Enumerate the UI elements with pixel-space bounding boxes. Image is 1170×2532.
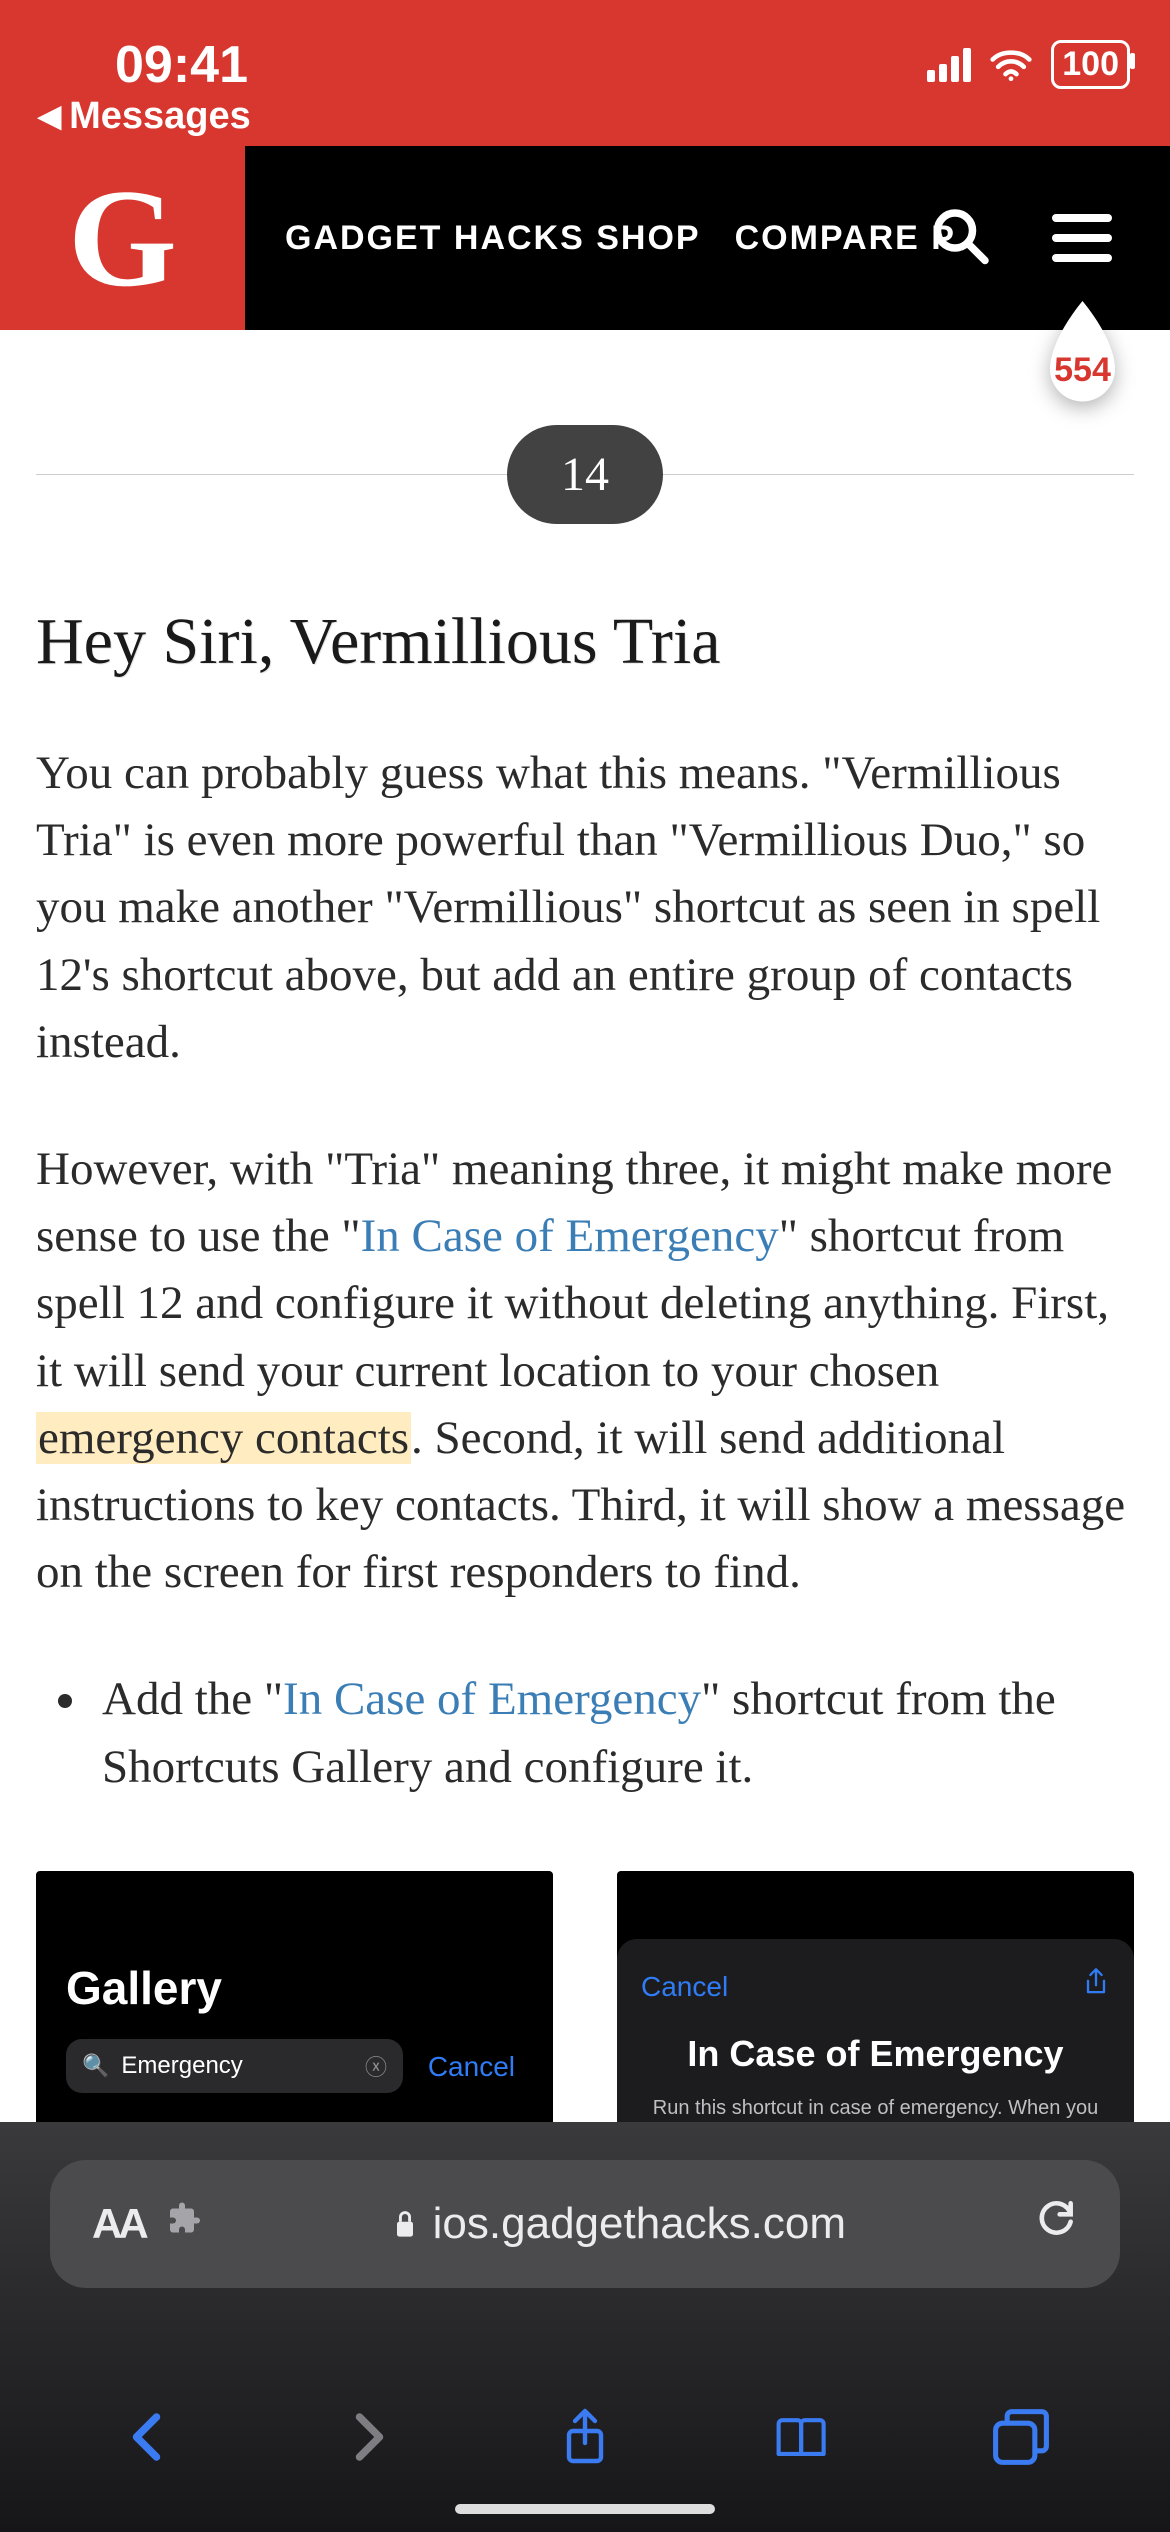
share-icon[interactable] — [1082, 1967, 1110, 2007]
clear-icon[interactable]: ⓧ — [365, 2050, 387, 2082]
notifications-count: 554 — [1035, 351, 1130, 390]
link-in-case-of-emergency[interactable]: In Case of Emergency — [361, 1210, 779, 1262]
link-in-case-of-emergency-2[interactable]: In Case of Emergency — [283, 1673, 701, 1725]
safari-host: ios.gadgethacks.com — [433, 2199, 846, 2249]
sheet-cancel[interactable]: Cancel — [641, 1971, 728, 2003]
back-app-label: Messages — [69, 95, 251, 138]
site-nav: GADGET HACKS SHOP COMPARE PHONES — [285, 219, 957, 258]
highlight-emergency-contacts: emergency contacts — [36, 1412, 411, 1464]
ios-status-bar: 09:41 ◀ Messages 100 — [0, 0, 1170, 146]
status-time: 09:41 — [115, 35, 248, 95]
article-content: 14 Hey Siri, Vermillious Tria You can pr… — [0, 425, 1170, 1801]
safari-chrome: AA ios.gadgethacks.com — [0, 2122, 1170, 2532]
list-item: Add the "In Case of Emergency" shortcut … — [92, 1666, 1134, 1800]
safari-url: ios.gadgethacks.com — [203, 2199, 1034, 2249]
tabs-button[interactable] — [991, 2407, 1051, 2472]
lock-icon — [391, 2208, 419, 2240]
hamburger-icon — [1052, 214, 1112, 222]
article-bullet-list: Add the "In Case of Emergency" shortcut … — [92, 1666, 1134, 1800]
article-paragraph-2: However, with "Tria" meaning three, it m… — [36, 1136, 1134, 1606]
bullet-text-a: Add the " — [102, 1673, 283, 1725]
gallery-search-cancel[interactable]: Cancel — [428, 2051, 515, 2083]
back-caret-icon: ◀ — [38, 99, 61, 134]
site-header: G GADGET HACKS SHOP COMPARE PHONES 554 — [0, 146, 1170, 330]
back-to-app[interactable]: ◀ Messages — [38, 95, 251, 138]
reload-button[interactable] — [1034, 2196, 1078, 2252]
gallery-search-value: Emergency — [121, 2052, 353, 2080]
search-icon — [930, 206, 990, 266]
wifi-icon — [989, 48, 1033, 82]
article-paragraph-1: You can probably guess what this means. … — [36, 740, 1134, 1076]
site-logo[interactable]: G — [0, 146, 245, 330]
sheet-title: In Case of Emergency — [641, 2033, 1110, 2075]
forward-button — [337, 2407, 397, 2472]
article-heading: Hey Siri, Vermillious Tria — [36, 604, 1134, 680]
nav-link-shop[interactable]: GADGET HACKS SHOP — [285, 219, 701, 258]
gallery-title: Gallery — [66, 1961, 523, 2015]
menu-button[interactable] — [1052, 214, 1112, 262]
search-button[interactable] — [930, 206, 990, 271]
nav-link-compare[interactable]: COMPARE PHONES — [735, 219, 957, 258]
share-button[interactable] — [555, 2407, 615, 2472]
reload-icon — [1034, 2196, 1078, 2240]
page-settings-button[interactable]: AA — [92, 2200, 145, 2248]
safari-url-bar[interactable]: AA ios.gadgethacks.com — [50, 2160, 1120, 2288]
safari-toolbar — [0, 2407, 1170, 2472]
gallery-search-field[interactable]: 🔍 Emergency ⓧ Cancel — [66, 2039, 403, 2093]
bookmarks-button[interactable] — [773, 2407, 833, 2472]
back-button[interactable] — [119, 2407, 179, 2472]
extensions-icon[interactable] — [167, 2201, 203, 2247]
cellular-icon — [927, 48, 971, 82]
home-indicator[interactable] — [455, 2504, 715, 2514]
section-separator: 14 — [36, 425, 1134, 524]
status-right-cluster: 100 — [927, 40, 1130, 89]
battery-indicator: 100 — [1051, 40, 1130, 89]
search-icon: 🔍 — [82, 2053, 109, 2079]
notifications-badge[interactable]: 554 — [1035, 301, 1130, 411]
section-number-badge: 14 — [507, 425, 663, 524]
